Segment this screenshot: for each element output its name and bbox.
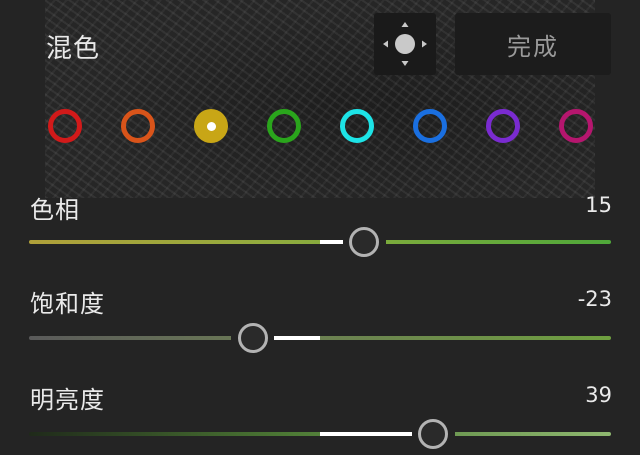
targeted-adjustment-icon xyxy=(383,22,427,66)
luminance-slider-thumb[interactable] xyxy=(418,419,449,449)
targeted-adjustment-button[interactable] xyxy=(374,13,436,75)
color-swatch-green[interactable] xyxy=(267,109,301,143)
panel-title: 混色 xyxy=(46,34,101,64)
color-swatch-red[interactable] xyxy=(48,109,82,143)
saturation-value: -23 xyxy=(577,287,612,311)
hue-slider-fill xyxy=(320,240,343,244)
color-swatch-yellow[interactable] xyxy=(194,109,228,143)
selected-dot-icon xyxy=(206,121,216,131)
hue-value: 15 xyxy=(585,193,612,217)
luminance-label: 明亮度 xyxy=(30,386,105,414)
hue-slider-thumb[interactable] xyxy=(348,227,379,257)
hue-label: 色相 xyxy=(30,196,80,224)
saturation-label: 饱和度 xyxy=(30,290,105,318)
color-swatch-aqua[interactable] xyxy=(340,109,374,143)
color-swatch-orange[interactable] xyxy=(121,109,155,143)
luminance-slider-fill xyxy=(320,432,413,436)
color-swatch-purple[interactable] xyxy=(486,109,520,143)
saturation-slider-fill xyxy=(274,336,320,340)
luminance-value: 39 xyxy=(585,383,612,407)
color-swatch-blue[interactable] xyxy=(413,109,447,143)
saturation-slider-thumb[interactable] xyxy=(238,323,269,353)
saturation-slider-track[interactable] xyxy=(29,336,611,340)
done-button[interactable]: 完成 xyxy=(455,13,611,75)
color-swatch-magenta[interactable] xyxy=(559,109,593,143)
